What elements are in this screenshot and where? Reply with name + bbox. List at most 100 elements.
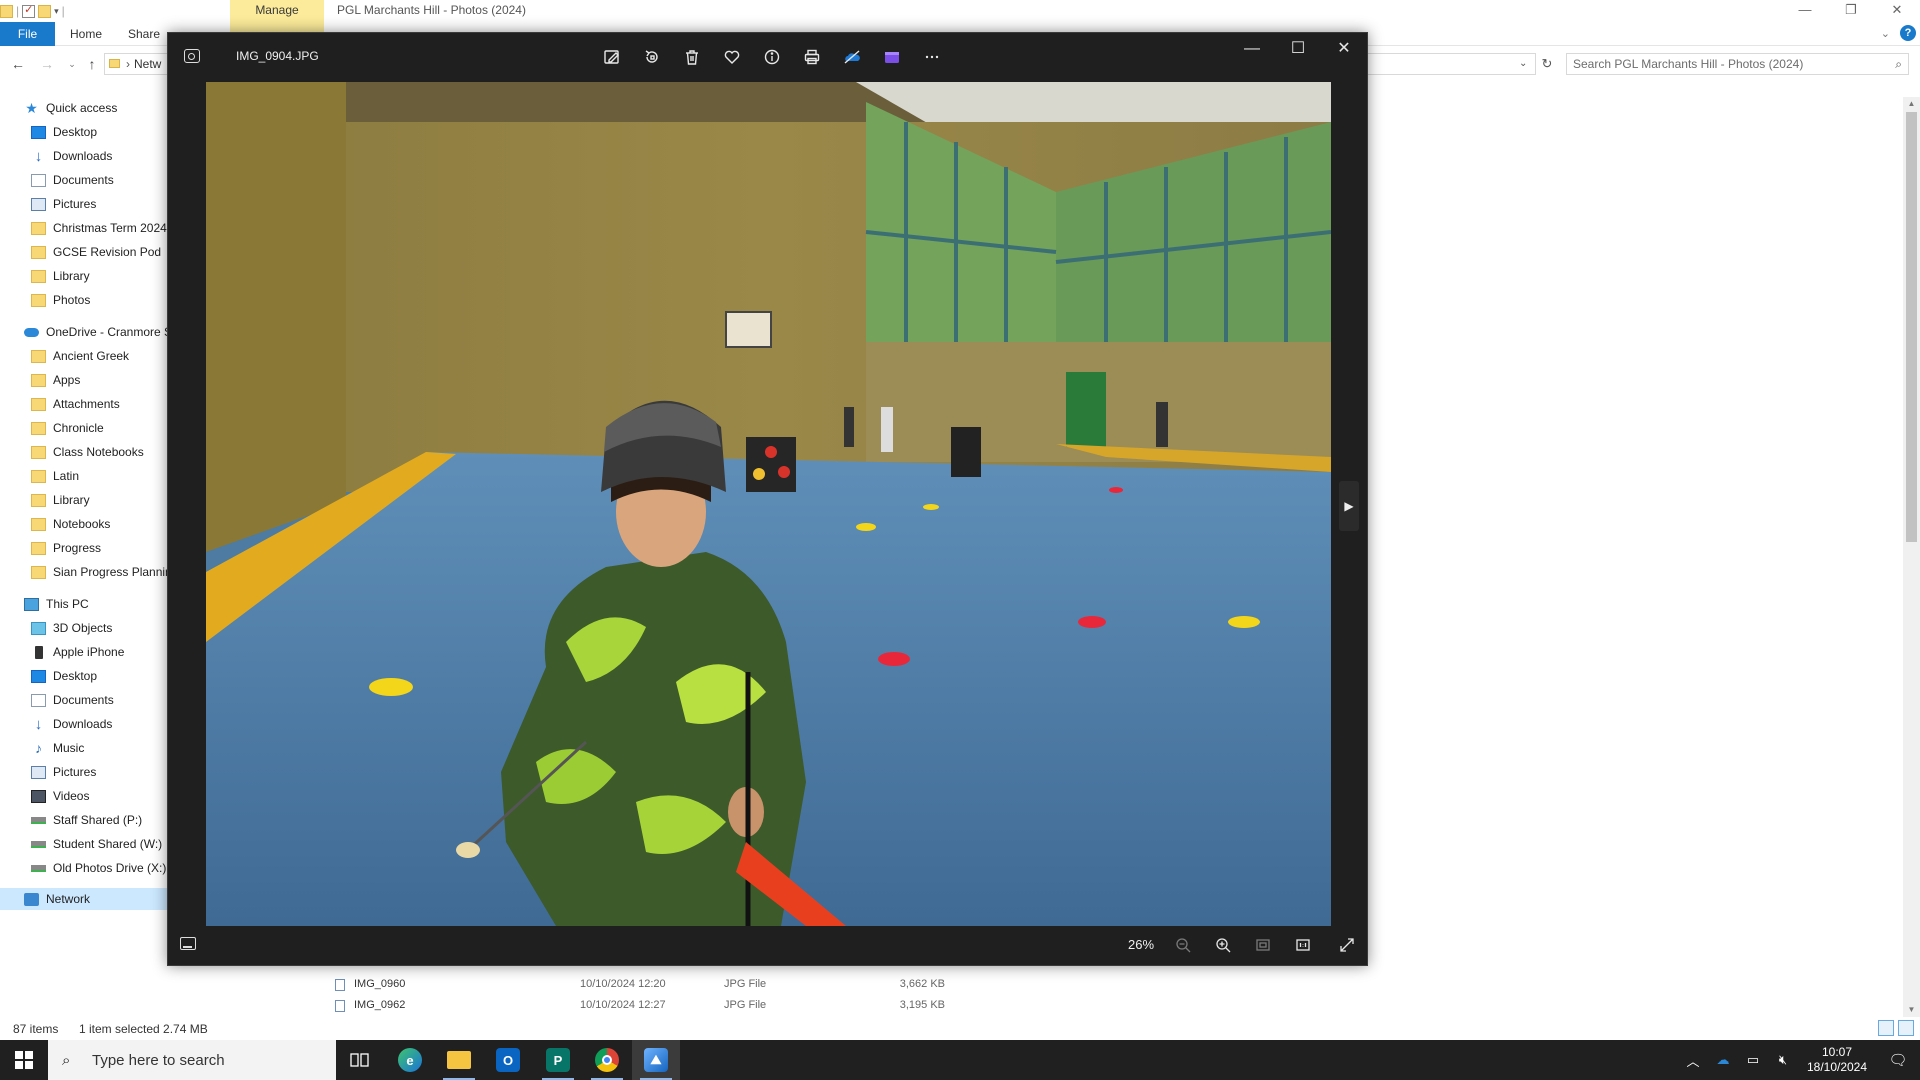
sidebar-item-documents-pc[interactable]: Documents: [0, 689, 168, 711]
filmstrip-icon[interactable]: [180, 937, 196, 950]
volume-muted-icon[interactable]: 🔇︎: [1768, 1052, 1798, 1068]
sidebar-item-staff-shared[interactable]: Staff Shared (P:): [0, 809, 168, 831]
refresh-icon[interactable]: ↻: [1537, 54, 1557, 74]
sidebar-item-desktop-pc[interactable]: Desktop: [0, 665, 168, 687]
edge-icon[interactable]: e: [386, 1040, 434, 1080]
zoom-out-icon[interactable]: [1168, 931, 1198, 959]
outlook-icon[interactable]: O: [484, 1040, 532, 1080]
clock[interactable]: 10:07 18/10/2024: [1798, 1045, 1876, 1075]
address-dropdown-icon[interactable]: ⌄: [1519, 54, 1527, 74]
sidebar-item-downloads[interactable]: ↓ Downloads: [0, 145, 168, 167]
maximize-button[interactable]: ☐: [1275, 33, 1321, 65]
sidebar-item-this-pc[interactable]: This PC: [0, 593, 168, 615]
tab-home[interactable]: Home: [70, 22, 102, 46]
search-input[interactable]: Search PGL Marchants Hill - Photos (2024…: [1566, 53, 1909, 75]
chrome-icon[interactable]: [583, 1040, 631, 1080]
actual-size-icon[interactable]: [1288, 931, 1318, 959]
sidebar-item-apple-iphone[interactable]: Apple iPhone: [0, 641, 168, 663]
details-view-icon[interactable]: [1878, 1020, 1894, 1036]
windows-start-icon[interactable]: [0, 1040, 48, 1080]
sidebar-item-videos[interactable]: Videos: [0, 785, 168, 807]
taskbar-search-box[interactable]: ⌕ Type here to search: [48, 1040, 336, 1080]
photo-display[interactable]: [206, 82, 1331, 926]
sidebar-item-student-shared[interactable]: Student Shared (W:): [0, 833, 168, 855]
close-button[interactable]: ✕: [1321, 33, 1367, 65]
properties-icon[interactable]: [22, 3, 36, 18]
address-bar[interactable]: › Netw: [104, 53, 169, 75]
sidebar-item-pictures[interactable]: Pictures: [0, 193, 168, 215]
sidebar-item-attachments[interactable]: Attachments: [0, 393, 168, 415]
customize-toolbar-icon[interactable]: ▾: [54, 6, 59, 17]
new-folder-icon[interactable]: [38, 4, 52, 18]
table-row[interactable]: IMG_0962 10/10/2024 12:27 JPG File 3,195…: [335, 996, 945, 1016]
favorite-heart-icon[interactable]: [712, 43, 752, 71]
full-screen-icon[interactable]: [1332, 931, 1362, 959]
sidebar-item-quick-access[interactable]: ★ Quick access: [0, 97, 168, 119]
sidebar-item-documents[interactable]: Documents: [0, 169, 168, 191]
fit-to-window-icon[interactable]: [1248, 931, 1278, 959]
sidebar-item-chronicle[interactable]: Chronicle: [0, 417, 168, 439]
sidebar-item-pictures-pc[interactable]: Pictures: [0, 761, 168, 783]
sidebar-item-3d-objects[interactable]: 3D Objects: [0, 617, 168, 639]
notifications-icon[interactable]: 🗨︎: [1876, 1051, 1920, 1069]
restore-button[interactable]: ❐: [1828, 0, 1874, 22]
photos-app-icon[interactable]: [184, 49, 200, 63]
sidebar-item-onedrive[interactable]: OneDrive - Cranmore S: [0, 321, 168, 343]
sidebar-item-downloads-pc[interactable]: ↓ Downloads: [0, 713, 168, 735]
scroll-thumb[interactable]: [1906, 112, 1917, 542]
sidebar-item-desktop[interactable]: Desktop: [0, 121, 168, 143]
sidebar-item-music[interactable]: ♪ Music: [0, 737, 168, 759]
breadcrumb[interactable]: Netw: [134, 57, 161, 71]
file-explorer-icon[interactable]: [435, 1040, 483, 1080]
sidebar-item-ancient-greek[interactable]: Ancient Greek: [0, 345, 168, 367]
sidebar-item-christmas-term[interactable]: Christmas Term 2024: [0, 217, 168, 239]
more-options-icon[interactable]: [912, 43, 952, 71]
sidebar-item-notebooks[interactable]: Notebooks: [0, 513, 168, 535]
print-icon[interactable]: [792, 43, 832, 71]
scroll-up-icon[interactable]: ▲: [1903, 97, 1920, 111]
sidebar-item-library[interactable]: Library: [0, 265, 168, 287]
minimize-button[interactable]: —: [1782, 0, 1828, 22]
rotate-icon[interactable]: [632, 43, 672, 71]
minimize-button[interactable]: —: [1229, 33, 1275, 65]
video-editor-icon[interactable]: [872, 43, 912, 71]
show-hidden-icons-icon[interactable]: ︿: [1678, 1051, 1708, 1070]
publisher-icon[interactable]: P: [534, 1040, 582, 1080]
onedrive-icon[interactable]: ☁: [1708, 1052, 1738, 1068]
address-bar-end[interactable]: [1368, 53, 1536, 75]
forward-icon[interactable]: →: [37, 54, 57, 74]
back-icon[interactable]: ←: [8, 54, 28, 74]
sidebar-item-sian-progress[interactable]: Sian Progress Plannin: [0, 561, 168, 583]
info-icon[interactable]: [752, 43, 792, 71]
help-icon[interactable]: ?: [1900, 25, 1916, 41]
scroll-down-icon[interactable]: ▼: [1903, 1003, 1920, 1017]
onedrive-icon[interactable]: [832, 43, 872, 71]
sidebar-item-apps[interactable]: Apps: [0, 369, 168, 391]
task-view-icon[interactable]: [336, 1040, 384, 1080]
zoom-in-icon[interactable]: [1208, 931, 1238, 959]
tab-file[interactable]: File: [0, 22, 55, 46]
sidebar-item-gcse-revision[interactable]: GCSE Revision Pod: [0, 241, 168, 263]
chevron-down-icon[interactable]: ⌄: [1881, 27, 1890, 40]
large-icons-view-icon[interactable]: [1898, 1020, 1914, 1036]
sidebar-item-network[interactable]: Network: [0, 888, 168, 910]
sidebar-item-progress[interactable]: Progress: [0, 537, 168, 559]
sidebar-item-latin[interactable]: Latin: [0, 465, 168, 487]
sidebar-item-class-notebooks[interactable]: Class Notebooks: [0, 441, 168, 463]
folder-icon[interactable]: [0, 4, 13, 18]
recent-locations-icon[interactable]: ⌄: [62, 54, 82, 74]
sidebar-item-photos[interactable]: Photos: [0, 289, 168, 311]
photos-icon[interactable]: ⛰: [632, 1040, 680, 1080]
close-button[interactable]: ✕: [1874, 0, 1920, 22]
delete-icon[interactable]: [672, 43, 712, 71]
tab-share[interactable]: Share: [128, 22, 160, 46]
sidebar-item-library-od[interactable]: Library: [0, 489, 168, 511]
sidebar-item-old-photos-drive[interactable]: Old Photos Drive (X:): [0, 857, 168, 879]
network-icon[interactable]: ▭: [1738, 1052, 1768, 1068]
vertical-scrollbar[interactable]: ▲ ▼: [1903, 97, 1920, 1017]
up-icon[interactable]: ↑: [82, 54, 102, 74]
edit-image-icon[interactable]: [592, 43, 632, 71]
manage-tab[interactable]: Manage: [230, 0, 324, 22]
table-row[interactable]: IMG_0960 10/10/2024 12:20 JPG File 3,662…: [335, 975, 945, 995]
next-photo-icon[interactable]: ▶: [1339, 481, 1359, 531]
